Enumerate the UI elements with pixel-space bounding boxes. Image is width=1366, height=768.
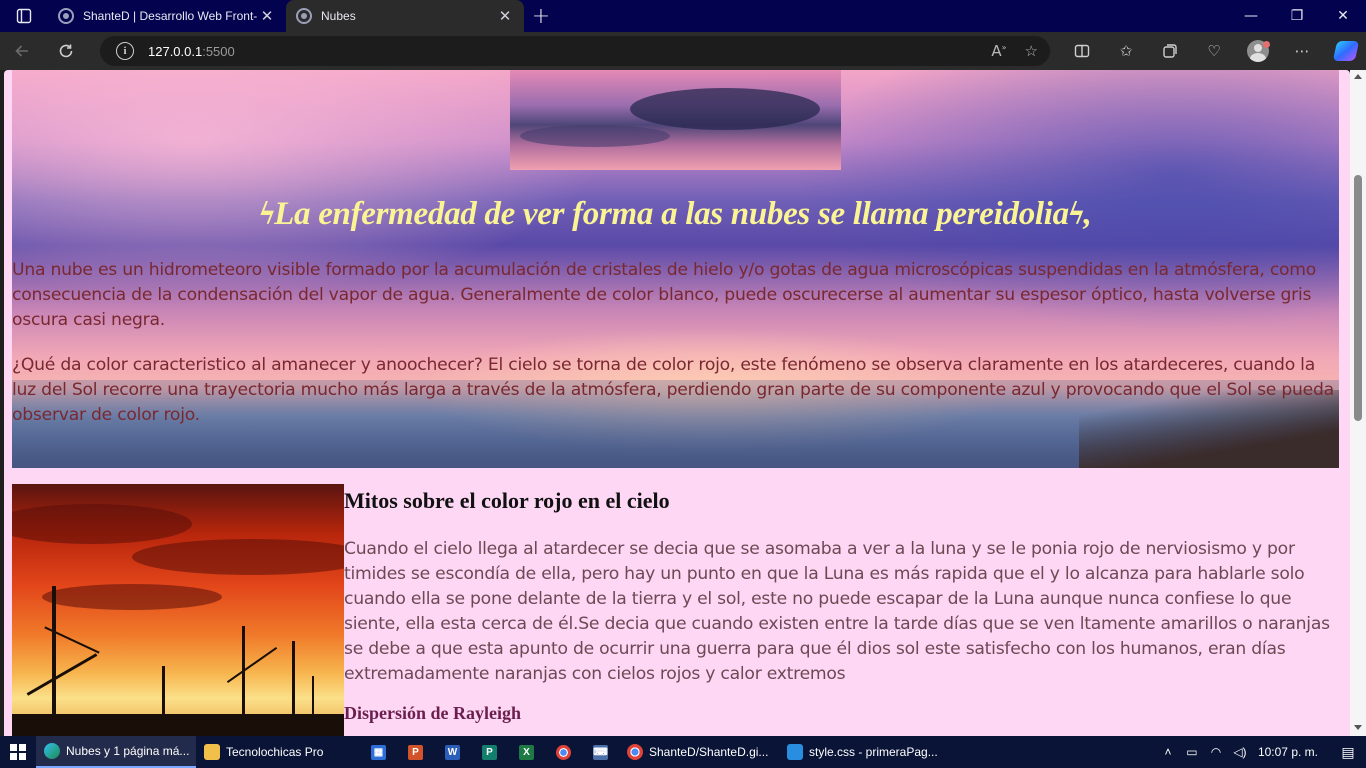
vscode-icon <box>787 744 803 760</box>
site-info-icon[interactable]: i <box>116 42 134 60</box>
taskbar-item-vscode[interactable]: style.css - primeraPag... <box>779 736 939 768</box>
collections-icon[interactable] <box>1148 32 1192 70</box>
section-title: Mitos sobre el color rojo en el cielo <box>344 488 670 513</box>
read-aloud-icon[interactable]: A» <box>991 42 1006 60</box>
windows-taskbar: Nubes y 1 página má... Tecnolochicas Pro… <box>0 736 1366 768</box>
taskbar-item-edge[interactable]: Nubes y 1 página má... <box>36 736 196 768</box>
copilot-icon[interactable] <box>1324 32 1366 70</box>
scroll-thumb[interactable] <box>1354 175 1362 421</box>
chrome-icon <box>627 744 643 760</box>
powerpoint-icon[interactable]: P <box>397 736 434 768</box>
excel-icon[interactable]: X <box>508 736 545 768</box>
scroll-up-icon[interactable] <box>1354 74 1362 79</box>
favorites-icon[interactable]: ✩ <box>1104 32 1148 70</box>
tab-close-icon[interactable]: ✕ <box>496 7 514 25</box>
publisher-icon[interactable]: P <box>471 736 508 768</box>
tab-close-icon[interactable]: ✕ <box>258 7 276 25</box>
myths-section: Mitos sobre el color rojo en el cielo Cu… <box>344 484 1340 724</box>
title-bar: ShanteD | Desarrollo Web Front-I ✕ Nubes… <box>0 0 1366 32</box>
profile-avatar[interactable] <box>1236 32 1280 70</box>
more-icon[interactable]: ⋯ <box>1280 32 1324 70</box>
tab-nubes[interactable]: Nubes ✕ <box>286 0 524 32</box>
tab-favicon-icon <box>296 8 312 24</box>
windows-logo-icon <box>10 744 26 760</box>
clock[interactable]: 10:07 p. m. <box>1252 745 1330 759</box>
favorite-star-icon[interactable]: ☆ <box>1025 42 1038 60</box>
edge-icon <box>44 743 60 759</box>
new-tab-button[interactable]: + <box>524 0 558 32</box>
back-icon[interactable] <box>0 32 44 70</box>
taskbar-item-folder[interactable]: Tecnolochicas Pro <box>196 736 360 768</box>
chevron-up-icon[interactable]: ˄ <box>1156 745 1180 759</box>
myths-paragraph: Cuando el cielo llega al atardecer se de… <box>344 539 1330 684</box>
browser-toolbar: i 127.0.0.1:5500 A» ☆ ✩ ♡ ⋯ <box>0 32 1366 70</box>
page-viewport: ϟLa enfermedad de ver forma a las nubes … <box>4 70 1350 736</box>
volume-icon[interactable]: ◁) <box>1228 745 1252 759</box>
tab-shanted[interactable]: ShanteD | Desarrollo Web Front-I ✕ <box>48 0 286 32</box>
start-button[interactable] <box>0 736 36 768</box>
refresh-icon[interactable] <box>44 32 88 70</box>
taskbar-item-github[interactable]: ShanteD/ShanteD.gi... <box>619 736 779 768</box>
clouds-image <box>510 70 841 170</box>
subsection-title: Dispersión de Rayleigh <box>344 703 522 723</box>
sunset-trees-image <box>12 484 344 736</box>
maximize-button[interactable]: ❐ <box>1274 0 1320 32</box>
system-tray: ˄ ▭ ◠ ◁) 10:07 p. m. ▤ <box>1156 736 1366 768</box>
hero-background-image: ϟLa enfermedad de ver forma a las nubes … <box>12 70 1339 468</box>
address-bar[interactable]: i 127.0.0.1:5500 A» ☆ <box>100 36 1050 66</box>
close-window-button[interactable]: ✕ <box>1320 0 1366 32</box>
keyboard-icon[interactable]: ⌨ <box>582 736 619 768</box>
color-paragraph: ¿Qué da color caracteristico al amanecer… <box>12 355 1334 425</box>
scroll-down-icon[interactable] <box>1354 725 1362 730</box>
notification-dot <box>1263 41 1270 48</box>
notifications-icon[interactable]: ▤ <box>1330 744 1366 761</box>
minimize-button[interactable]: — <box>1228 0 1274 32</box>
chrome-icon[interactable] <box>545 736 582 768</box>
url-text: 127.0.0.1:5500 <box>148 43 235 59</box>
intro-paragraph: Una nube es un hidrometeoro visible form… <box>12 260 1317 330</box>
tab-title: Nubes <box>321 9 356 23</box>
battery-icon[interactable]: ▭ <box>1180 745 1204 759</box>
calculator-icon[interactable]: ▦ <box>360 736 397 768</box>
quote-heading: ϟLa enfermedad de ver forma a las nubes … <box>259 196 1092 232</box>
folder-icon <box>204 744 220 760</box>
wifi-icon[interactable]: ◠ <box>1204 745 1228 759</box>
browser-essentials-icon[interactable]: ♡ <box>1192 32 1236 70</box>
tab-actions-icon[interactable] <box>0 0 48 32</box>
tab-title: ShanteD | Desarrollo Web Front-I <box>83 9 258 23</box>
page-scrollbar[interactable] <box>1350 70 1366 736</box>
word-icon[interactable]: W <box>434 736 471 768</box>
window-controls: — ❐ ✕ <box>1228 0 1366 32</box>
split-screen-icon[interactable] <box>1060 32 1104 70</box>
tab-favicon-icon <box>58 8 74 24</box>
